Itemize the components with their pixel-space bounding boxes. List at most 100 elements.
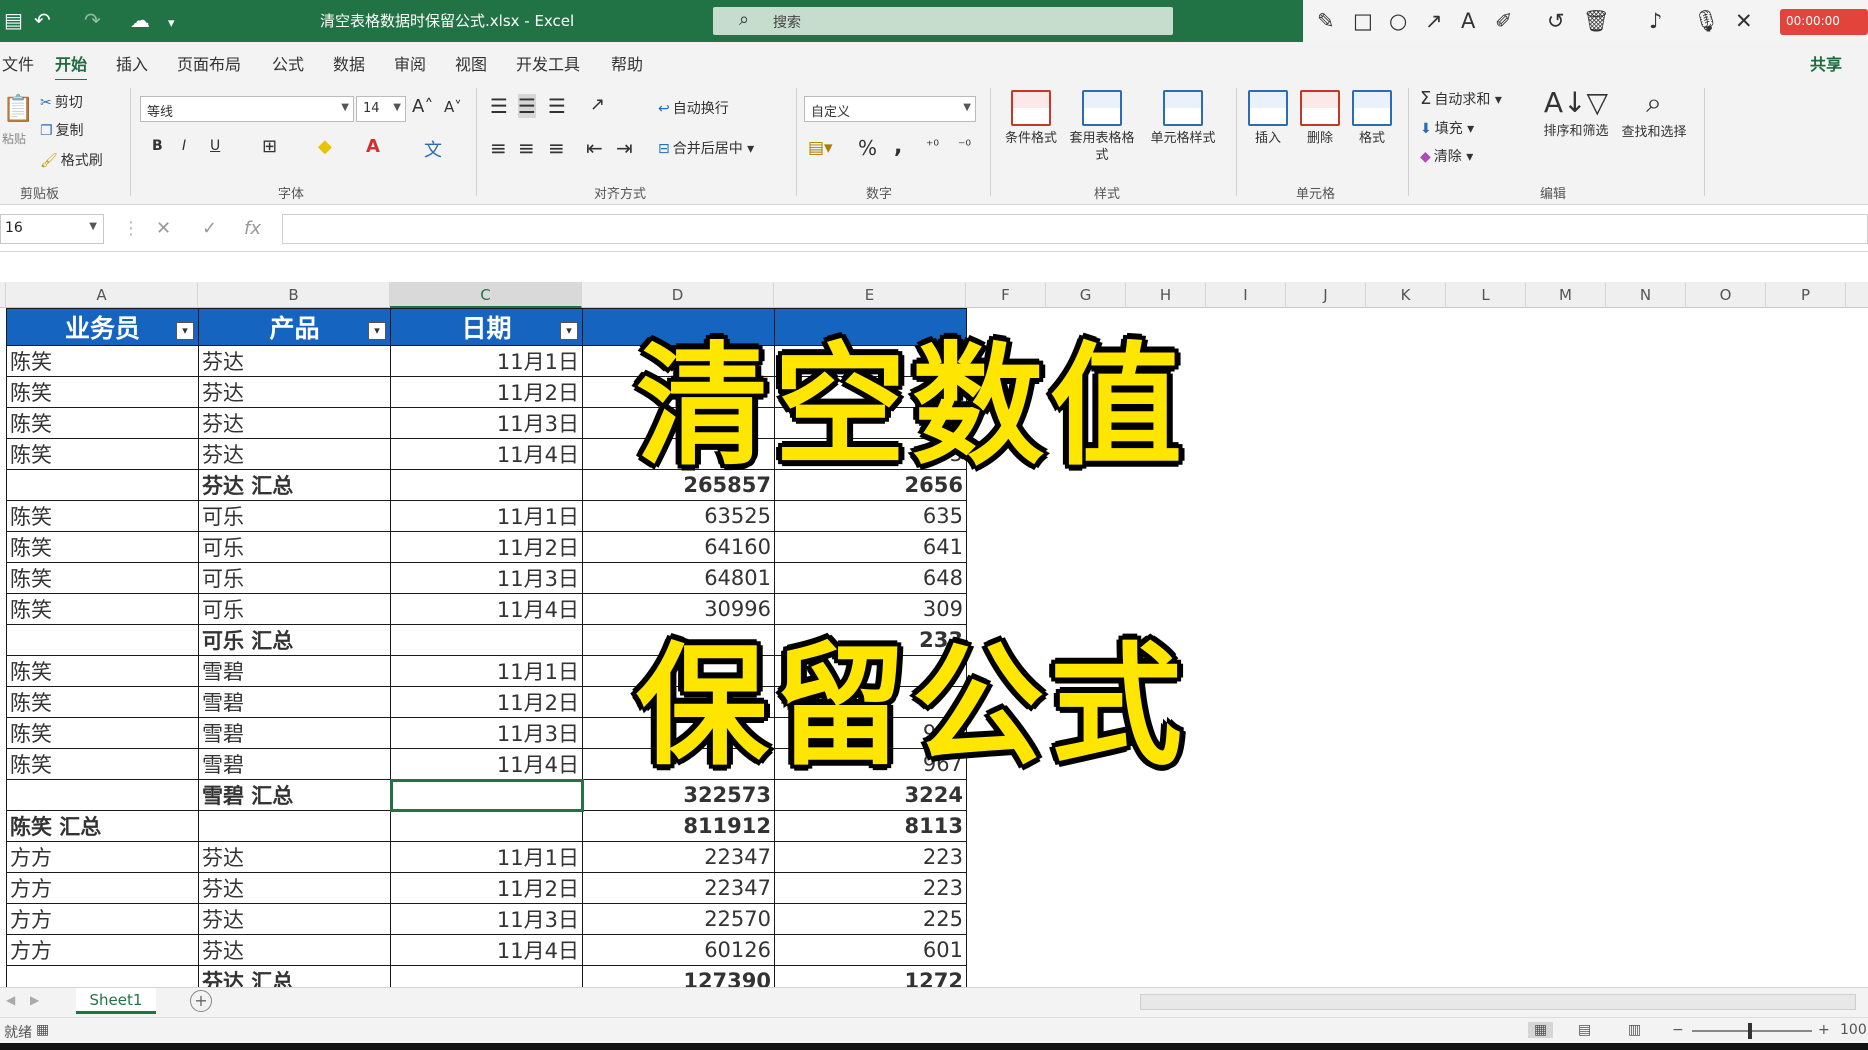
cell-e[interactable]: 223 <box>774 872 967 904</box>
cell-a[interactable]: 方方 <box>6 872 199 904</box>
search-box[interactable]: ⌕ 搜索 <box>713 7 1173 35</box>
cell-c[interactable]: 11月1日 <box>390 655 583 687</box>
column-header-o[interactable]: O <box>1686 282 1766 308</box>
underline-button[interactable]: U <box>210 138 220 154</box>
header-cell[interactable]: 业务员 ▾ <box>6 308 199 346</box>
currency-icon[interactable]: ▤▾ <box>808 138 833 158</box>
cell-b[interactable]: 可乐 <box>198 562 391 594</box>
page-layout-view-icon[interactable]: ▤ <box>1578 1022 1591 1038</box>
cell-a[interactable]: 陈笑 <box>6 748 199 780</box>
column-header-b[interactable]: B <box>198 282 390 308</box>
cancel-entry-icon[interactable]: ✕ <box>156 218 171 239</box>
cell-a[interactable]: 陈笑 <box>6 686 199 718</box>
cell-a[interactable]: 陈笑 <box>6 593 199 625</box>
cell-c[interactable] <box>390 810 583 842</box>
column-header-l[interactable]: L <box>1446 282 1526 308</box>
cell-b[interactable]: 雪碧 <box>198 748 391 780</box>
cell-d[interactable]: 127390 <box>582 965 775 987</box>
column-header-c[interactable]: C <box>390 282 582 308</box>
autosum-button[interactable]: Σ 自动求和 ▾ <box>1420 88 1502 109</box>
orientation-icon[interactable]: ↗ <box>590 94 605 115</box>
cell-b[interactable]: 可乐 <box>198 593 391 625</box>
align-bottom-icon[interactable]: ☰ <box>548 94 566 118</box>
cell-b[interactable]: 芬达 <box>198 903 391 935</box>
font-name-select[interactable]: 等线 ▼ <box>140 96 354 122</box>
align-middle-icon[interactable]: ☰ <box>518 94 536 118</box>
cell-a[interactable]: 陈笑 <box>6 438 199 470</box>
percent-button[interactable]: % <box>858 136 877 160</box>
confirm-entry-icon[interactable]: ✓ <box>202 218 217 239</box>
worksheet-grid[interactable]: A B C D E F G H I J K L M N O P 业务员 ▾ 产品 ▾ 日… <box>0 282 1868 987</box>
cell-d[interactable]: 811912 <box>582 810 775 842</box>
cell-c[interactable]: 11月3日 <box>390 407 583 439</box>
cell-a[interactable] <box>6 965 199 987</box>
cell-d[interactable]: 64801 <box>582 562 775 594</box>
column-header-i[interactable]: I <box>1206 282 1286 308</box>
align-center-icon[interactable]: ≡ <box>518 136 535 160</box>
cell-c[interactable]: 11月4日 <box>390 593 583 625</box>
cell-a[interactable]: 方方 <box>6 903 199 935</box>
font-color-icon[interactable]: A <box>366 136 380 157</box>
cell-a[interactable]: 方方 <box>6 934 199 966</box>
customize-qat-icon[interactable]: ▾ <box>168 12 175 36</box>
format-painter-button[interactable]: 🖌 格式刷 <box>40 150 103 170</box>
cell-b[interactable]: 芬达 <box>198 934 391 966</box>
sheet-nav-prev-icon[interactable]: ◀ <box>6 993 15 1007</box>
cell-b[interactable]: 芬达 <box>198 376 391 408</box>
format-cells-button[interactable]: 格式 <box>1338 90 1406 147</box>
cell-b[interactable]: 芬达 <box>198 841 391 873</box>
cell-e[interactable]: 1272 <box>774 965 967 987</box>
cell-e[interactable]: 223 <box>774 841 967 873</box>
cell-e[interactable]: 601 <box>774 934 967 966</box>
normal-view-icon[interactable]: ▦ <box>1528 1022 1554 1038</box>
header-cell[interactable]: 产品 ▾ <box>198 308 391 346</box>
cell-c[interactable]: 11月4日 <box>390 438 583 470</box>
zoom-slider-thumb[interactable] <box>1748 1023 1752 1039</box>
italic-button[interactable]: I <box>182 138 186 154</box>
tab-data[interactable]: 数据 <box>333 51 365 75</box>
cell-b[interactable]: 可乐 <box>198 531 391 563</box>
tab-home[interactable]: 开始 <box>55 51 88 82</box>
cell-a[interactable]: 方方 <box>6 841 199 873</box>
tab-formulas[interactable]: 公式 <box>272 51 304 75</box>
cell-e[interactable]: 648 <box>774 562 967 594</box>
cell-b[interactable]: 雪碧 <box>198 655 391 687</box>
cell-b[interactable]: 雪碧 <box>198 686 391 718</box>
pen-icon[interactable]: ✎ <box>1317 9 1335 33</box>
cell-b[interactable]: 芬达 <box>198 872 391 904</box>
conditional-format-button[interactable]: 条件格式 <box>996 90 1066 147</box>
filter-dropdown-icon[interactable]: ▾ <box>368 322 386 340</box>
copy-button[interactable]: ❐ 复制 <box>40 120 84 140</box>
sort-filter-button[interactable]: A↓▽ 排序和筛选 <box>1536 86 1616 140</box>
cell-c[interactable]: 11月2日 <box>390 376 583 408</box>
close-icon[interactable]: ✕ <box>1735 9 1753 33</box>
cell-e[interactable]: 225 <box>774 903 967 935</box>
cell-c[interactable]: 11月3日 <box>390 562 583 594</box>
cell-styles-button[interactable]: 单元格样式 <box>1142 90 1224 147</box>
cell-a[interactable]: 陈笑 <box>6 407 199 439</box>
circle-icon[interactable]: ○ <box>1389 9 1407 33</box>
arrow-icon[interactable]: ↗ <box>1425 9 1443 33</box>
font-size-select[interactable]: 14 ▼ <box>356 96 406 122</box>
zoom-slider[interactable] <box>1692 1030 1812 1032</box>
tab-insert[interactable]: 插入 <box>116 51 148 75</box>
clear-button[interactable]: ◆ 清除 ▾ <box>1420 146 1473 166</box>
insert-function-icon[interactable]: fx <box>244 218 261 239</box>
cell-a[interactable] <box>6 469 199 501</box>
cell-c[interactable]: 11月4日 <box>390 934 583 966</box>
wrap-text-button[interactable]: ↩ 自动换行 <box>658 98 729 118</box>
decrease-decimal-icon[interactable]: ⁻⁰ <box>958 138 971 154</box>
tab-view[interactable]: 视图 <box>455 51 487 75</box>
page-break-view-icon[interactable]: ▥ <box>1628 1022 1641 1038</box>
cell-b[interactable]: 芬达 <box>198 438 391 470</box>
trash-icon[interactable]: 🗑 <box>1583 9 1610 33</box>
fill-color-icon[interactable]: ◆ <box>318 136 332 157</box>
fill-button[interactable]: ⬇ 填充 ▾ <box>1420 118 1474 138</box>
cell-b[interactable] <box>198 810 391 842</box>
cell-c[interactable] <box>390 624 583 656</box>
increase-indent-icon[interactable]: ⇥ <box>616 136 633 160</box>
cell-c[interactable]: 11月2日 <box>390 872 583 904</box>
cell-a[interactable]: 陈笑 <box>6 562 199 594</box>
add-sheet-button[interactable]: + <box>190 990 212 1012</box>
zoom-in-icon[interactable]: + <box>1818 1022 1830 1038</box>
